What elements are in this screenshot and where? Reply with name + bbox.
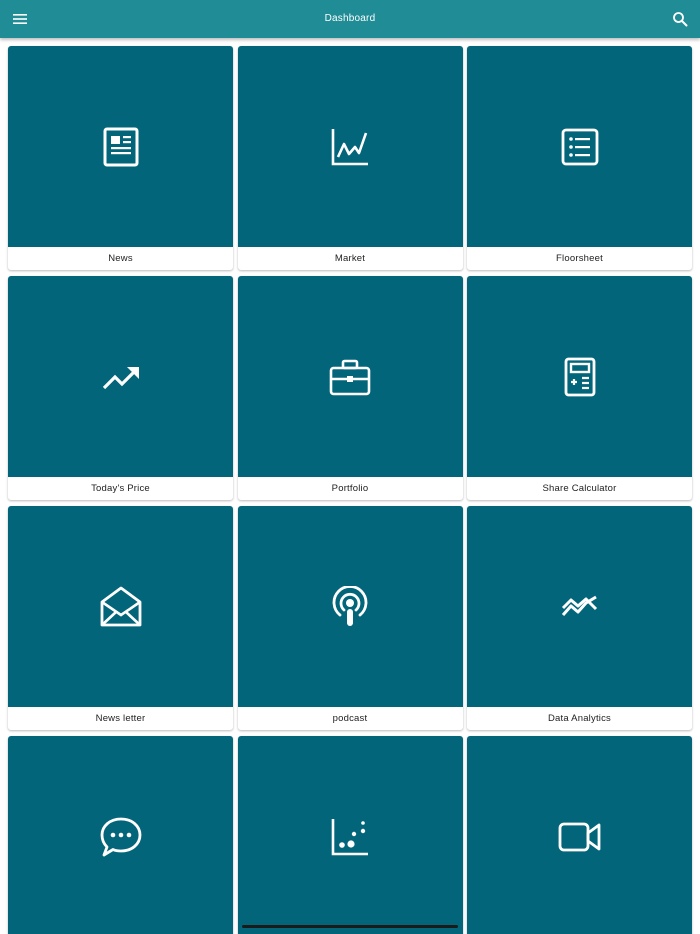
card-tile	[237, 736, 463, 934]
card-label: podcast	[332, 713, 368, 724]
card-tile	[8, 506, 233, 707]
card-label: News letter	[95, 713, 146, 724]
card-tile	[467, 46, 692, 247]
card-tile	[237, 46, 463, 247]
card-label: News	[108, 253, 133, 264]
portfolio-card[interactable]: Portfolio	[237, 276, 463, 500]
news-letter-card[interactable]: News letter	[8, 506, 233, 730]
search-icon	[672, 11, 688, 27]
card-tile	[237, 276, 463, 477]
card-label: Share Calculator	[542, 483, 617, 494]
chat-bubble-icon	[99, 816, 143, 858]
newspaper-icon	[101, 127, 141, 167]
card-tile	[8, 276, 233, 477]
data-analytics-card[interactable]: Data Analytics	[467, 506, 692, 730]
briefcase-icon	[329, 357, 371, 397]
app-bar: Dashboard	[0, 0, 700, 38]
search-button[interactable]	[668, 7, 692, 31]
video-card[interactable]	[467, 736, 692, 934]
video-camera-icon	[558, 821, 602, 853]
card-label: Floorsheet	[556, 253, 603, 264]
analytics-icon	[560, 587, 600, 627]
scatter-plot-card[interactable]	[237, 736, 463, 934]
chat-card[interactable]	[8, 736, 233, 934]
scatter-plot-icon	[330, 817, 370, 857]
todays-price-card[interactable]: Today's Price	[8, 276, 233, 500]
market-card[interactable]: Market	[237, 46, 463, 270]
open-envelope-icon	[99, 586, 143, 628]
card-tile	[467, 506, 692, 707]
page-title: Dashboard	[324, 13, 376, 24]
card-tile	[467, 276, 692, 477]
dashboard-screen: Dashboard News Market Floorsheet Today's…	[0, 0, 700, 934]
card-label: Market	[334, 253, 366, 264]
list-icon	[560, 127, 600, 167]
card-label: Today's Price	[91, 483, 150, 494]
calculator-icon	[560, 357, 600, 397]
card-tile	[237, 506, 463, 707]
podcast-card[interactable]: podcast	[237, 506, 463, 730]
card-tile	[8, 46, 233, 247]
share-calculator-card[interactable]: Share Calculator	[467, 276, 692, 500]
line-chart-icon	[330, 127, 370, 167]
card-label: Data Analytics	[548, 713, 611, 724]
card-label: Portfolio	[331, 483, 369, 494]
card-tile	[8, 736, 233, 934]
home-indicator	[242, 925, 458, 928]
floorsheet-card[interactable]: Floorsheet	[467, 46, 692, 270]
trending-up-icon	[101, 357, 141, 397]
card-tile	[467, 736, 692, 934]
news-card[interactable]: News	[8, 46, 233, 270]
podcast-icon	[330, 585, 370, 628]
dashboard-grid: News Market Floorsheet Today's Price Por…	[8, 46, 692, 934]
